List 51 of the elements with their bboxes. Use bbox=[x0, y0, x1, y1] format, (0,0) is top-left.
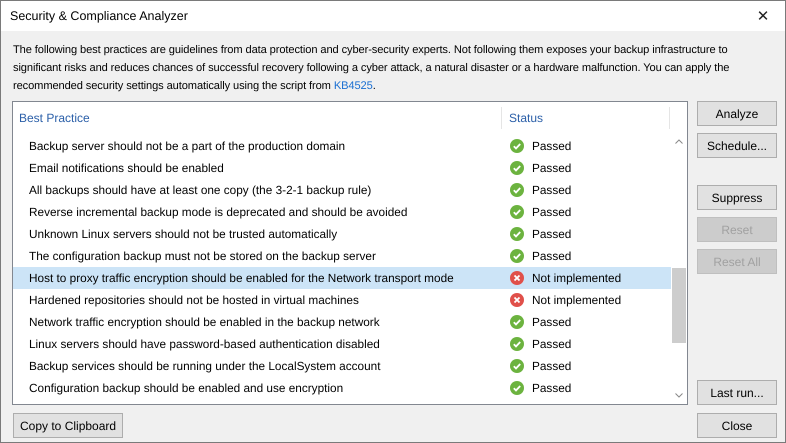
status-text: Not implemented bbox=[532, 293, 622, 307]
practice-cell-text: Host to proxy traffic encryption should be enabled for the Network transport mode bbox=[28, 271, 455, 285]
practice-cell-text: Backup server should not be a part of the production domain bbox=[28, 139, 346, 153]
window-title: Security & Compliance Analyzer bbox=[10, 9, 188, 23]
practice-cell-text: All backups should have at least one copy (the 3-2-1 backup rule) bbox=[28, 183, 372, 197]
close-dialog-button[interactable]: Close bbox=[697, 413, 777, 438]
status-text: Passed bbox=[532, 227, 572, 241]
side-button[interactable]: Last run... bbox=[697, 380, 777, 405]
column-header[interactable]: Best Practice bbox=[13, 106, 502, 128]
kb-link[interactable]: KB4525 bbox=[334, 80, 373, 92]
status-text: Passed bbox=[532, 337, 572, 351]
scroll-down-icon[interactable] bbox=[675, 393, 683, 398]
status-text: Passed bbox=[532, 249, 572, 263]
practice-cell-text: Hardened repositories should not be hosted in virtual machines bbox=[28, 293, 360, 307]
practice-cell-text: Configuration backup should be enabled and use encryption bbox=[28, 381, 344, 395]
table-row[interactable]: Linux servers should have password-based authentication disabled Passed bbox=[13, 333, 671, 355]
side-button[interactable]: Analyze bbox=[697, 101, 777, 126]
practice-cell-text: Backup services should be running under the LocalSystem account bbox=[28, 359, 382, 373]
practice-cell-text: Network traffic encryption should be enabled in the backup network bbox=[28, 315, 381, 329]
table-row[interactable]: Configuration backup should be enabled and use encryption Passed bbox=[13, 377, 671, 399]
practice-cell-text: Email notifications should be enabled bbox=[28, 161, 225, 175]
practice-cell-text: Reverse incremental backup mode is deprecated and should be avoided bbox=[28, 205, 408, 219]
table-row[interactable]: Backup services should be running under the LocalSystem account Passed bbox=[13, 355, 671, 377]
status-text: Passed bbox=[532, 381, 572, 395]
table-row[interactable]: All backups should have at least one copy (the 3-2-1 backup rule) Passed bbox=[13, 179, 671, 201]
table-row[interactable]: The configuration backup must not be stored on the backup server Passed bbox=[13, 245, 671, 267]
scrollbar-thumb[interactable] bbox=[672, 268, 686, 343]
practice-cell-text: Linux servers should have password-based authentication disabled bbox=[28, 337, 381, 351]
table-row[interactable]: Unknown Linux servers should not be trusted automatically Passed bbox=[13, 223, 671, 245]
table-row[interactable]: Backup server should not be a part of the production domain Passed bbox=[13, 135, 671, 157]
status-text: Passed bbox=[532, 359, 572, 373]
practice-cell-text: The configuration backup must not be stored on the backup server bbox=[28, 249, 377, 263]
copy-button[interactable]: Copy to Clipboard bbox=[13, 413, 124, 438]
status-text: Passed bbox=[532, 315, 572, 329]
table-row[interactable]: Email notifications should be enabled Passed bbox=[13, 157, 671, 179]
status-text: Passed bbox=[532, 161, 572, 175]
practice-cell-text: Unknown Linux servers should not be trusted automatically bbox=[28, 227, 338, 241]
description-text: The following best practices are guidelines from data protection and cyber-security experts. Not following them exposes your backup infrastructure to significant risks and reduces chances of successful recovery following a cyber attack, a natural disaster or a hardware malfunction. You can apply the recommended security settings automatically using the script from KB4525. bbox=[13, 43, 730, 94]
close-button[interactable]: ✕ bbox=[741, 1, 785, 31]
table-row[interactable]: Host to proxy traffic encryption should be enabled for the Network transport mode Not implemented bbox=[13, 267, 671, 289]
status-text: Passed bbox=[532, 205, 572, 219]
status-text: Not implemented bbox=[532, 271, 622, 285]
table-row[interactable]: Network traffic encryption should be enabled in the backup network Passed bbox=[13, 311, 671, 333]
table-row[interactable]: Hardened repositories should not be hosted in virtual machines Not implemented bbox=[13, 289, 671, 311]
side-button[interactable]: Schedule... bbox=[697, 133, 777, 158]
side-button[interactable]: Suppress bbox=[697, 185, 777, 210]
scroll-up-icon[interactable] bbox=[675, 139, 683, 144]
column-header[interactable]: Status bbox=[502, 106, 670, 128]
table-row[interactable]: Reverse incremental backup mode is deprecated and should be avoided Passed bbox=[13, 201, 671, 223]
status-text: Passed bbox=[532, 139, 572, 153]
status-text: Passed bbox=[532, 183, 572, 197]
